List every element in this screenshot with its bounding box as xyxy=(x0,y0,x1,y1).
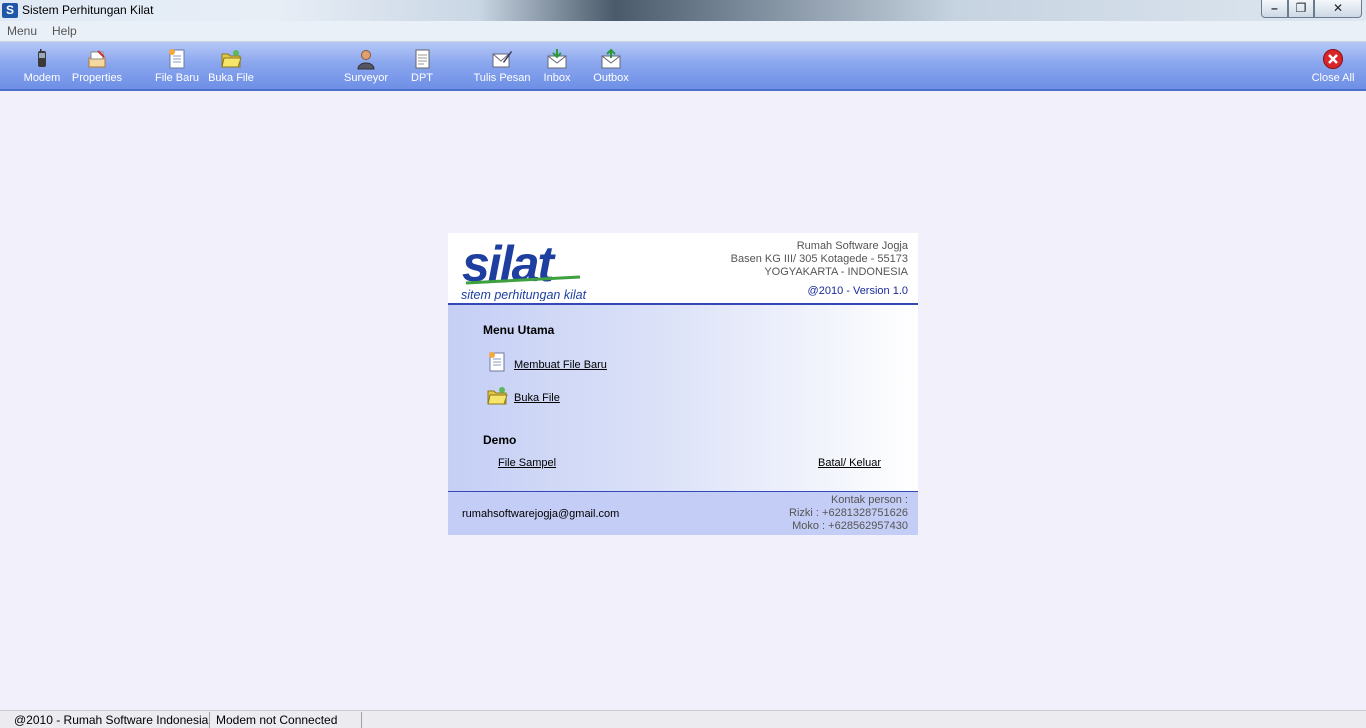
open-file-button[interactable]: Buka File xyxy=(208,48,254,88)
outbox-envelope-icon xyxy=(601,48,621,69)
status-copyright: @2010 - Rumah Software Indonesia xyxy=(10,712,210,728)
properties-label: Properties xyxy=(71,72,123,84)
contact-heading: Kontak person : xyxy=(830,494,908,506)
new-file-button[interactable]: File Baru xyxy=(154,48,200,88)
surveyor-button[interactable]: Surveyor xyxy=(342,48,390,88)
close-button[interactable]: ✕ xyxy=(1314,0,1362,18)
new-file-label: File Baru xyxy=(154,72,200,84)
dpt-label: DPT xyxy=(411,72,433,84)
outbox-label: Outbox xyxy=(593,72,629,84)
sample-file-link[interactable]: File Sampel xyxy=(498,457,556,469)
close-icon: ✕ xyxy=(1332,1,1344,15)
new-file-icon xyxy=(169,49,185,69)
properties-icon xyxy=(88,50,106,68)
contact-email: rumahsoftwarejogja@gmail.com xyxy=(462,508,620,520)
window-title: Sistem Perhitungan Kilat xyxy=(22,3,154,17)
inbox-label: Inbox xyxy=(543,72,571,84)
menu-item-menu[interactable]: Menu xyxy=(7,24,37,38)
modem-label: Modem xyxy=(23,72,61,84)
close-all-icon xyxy=(1323,49,1343,69)
open-folder-icon xyxy=(221,50,242,68)
status-modem: Modem not Connected xyxy=(212,712,362,728)
demo-title: Demo xyxy=(483,433,517,447)
version-label: @2010 - Version 1.0 xyxy=(807,285,908,297)
toolbar: Modem Properties File Baru Buka File Sur… xyxy=(0,42,1366,91)
outbox-button[interactable]: Outbox xyxy=(590,48,632,88)
dpt-button[interactable]: DPT xyxy=(406,48,438,88)
start-panel: silat sitem perhitungan kilat Rumah Soft… xyxy=(448,233,918,535)
title-bar: S Sistem Perhitungan Kilat – ❐ ✕ xyxy=(0,0,1366,21)
properties-button[interactable]: Properties xyxy=(70,48,124,88)
company-address: Basen KG III/ 305 Kotagede - 55173 xyxy=(730,253,908,265)
logo-tagline: sitem perhitungan kilat xyxy=(461,288,587,301)
modem-button[interactable]: Modem xyxy=(22,48,62,88)
silat-logo: silat sitem perhitungan kilat xyxy=(461,237,587,301)
menu-item-help[interactable]: Help xyxy=(52,24,77,38)
company-name: Rumah Software Jogja xyxy=(796,240,908,252)
company-info: Rumah Software Jogja Basen KG III/ 305 K… xyxy=(731,240,908,279)
minimize-icon: – xyxy=(1271,1,1278,15)
app-icon: S xyxy=(2,3,18,18)
close-all-button[interactable]: Close All xyxy=(1308,48,1358,88)
open-folder-icon[interactable] xyxy=(486,385,508,407)
cancel-exit-link[interactable]: Batal/ Keluar xyxy=(818,457,881,469)
modem-phone-icon xyxy=(38,49,46,67)
open-file-link[interactable]: Buka File xyxy=(514,392,560,404)
status-bar: @2010 - Rumah Software Indonesia Modem n… xyxy=(0,710,1366,728)
menu-utama-title: Menu Utama xyxy=(483,323,555,337)
write-message-button[interactable]: Tulis Pesan xyxy=(473,48,531,88)
surveyor-label: Surveyor xyxy=(343,72,389,84)
panel-footer: rumahsoftwarejogja@gmail.com Kontak pers… xyxy=(448,492,918,535)
contact-persons: Kontak person : Rizki : +6281328751626 M… xyxy=(789,494,908,533)
company-city: YOGYAKARTA - INDONESIA xyxy=(764,266,908,278)
write-message-icon xyxy=(492,51,512,68)
panel-header: silat sitem perhitungan kilat Rumah Soft… xyxy=(448,233,918,305)
user-icon xyxy=(357,50,375,70)
open-file-label: Buka File xyxy=(208,72,254,84)
contact-rizki: Rizki : +6281328751626 xyxy=(789,507,908,519)
menu-bar: Menu Help xyxy=(0,21,1366,42)
inbox-envelope-icon xyxy=(547,49,567,69)
minimize-button[interactable]: – xyxy=(1261,0,1288,18)
write-message-label: Tulis Pesan xyxy=(473,72,531,84)
inbox-button[interactable]: Inbox xyxy=(538,48,576,88)
document-icon xyxy=(415,49,430,69)
close-all-label: Close All xyxy=(1311,72,1355,84)
new-file-icon[interactable] xyxy=(486,351,508,373)
panel-body: Menu Utama Membuat File Baru Buka File D… xyxy=(448,305,918,492)
contact-moko: Moko : +628562957430 xyxy=(792,520,908,532)
maximize-button[interactable]: ❐ xyxy=(1288,0,1314,18)
new-file-link[interactable]: Membuat File Baru xyxy=(514,359,607,371)
restore-icon: ❐ xyxy=(1295,1,1307,15)
